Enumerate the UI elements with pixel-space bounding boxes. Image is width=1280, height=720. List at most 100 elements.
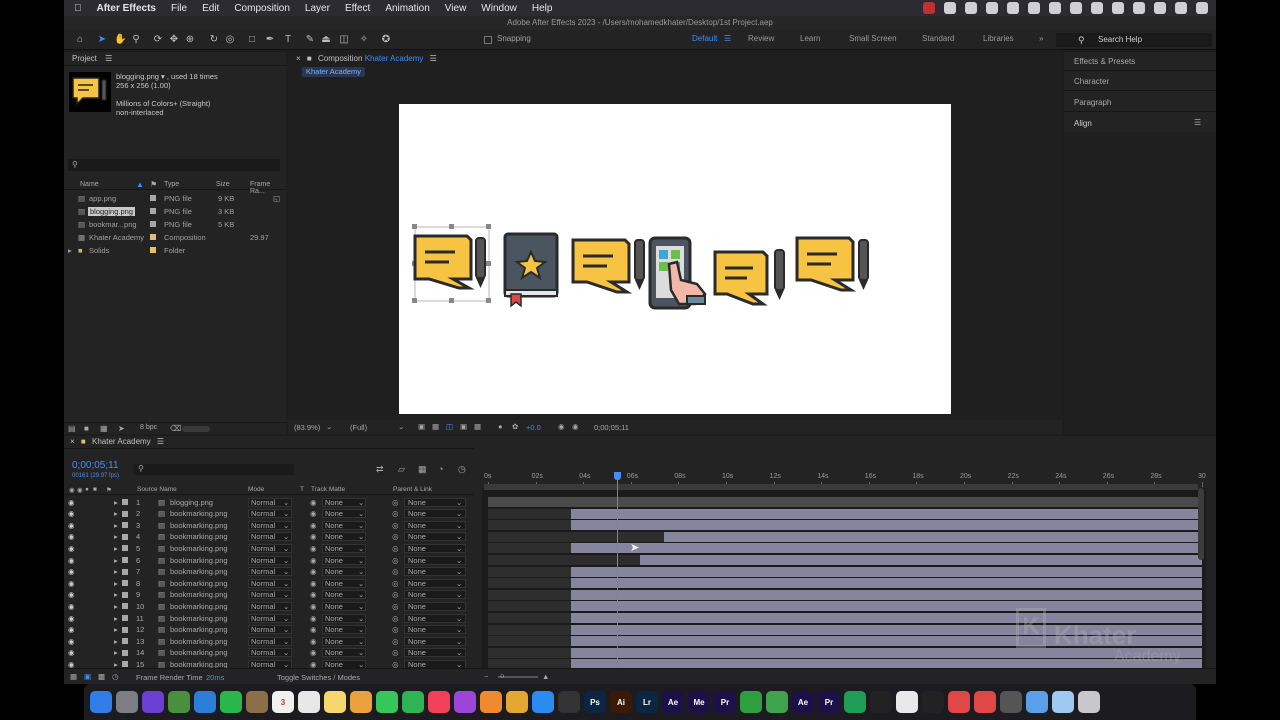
battery-icon[interactable]: [1091, 2, 1103, 14]
menu-app-name[interactable]: After Effects: [97, 3, 156, 14]
mask-visibility-icon[interactable]: ◫: [446, 422, 453, 431]
layer-row[interactable]: ◉ ▸ 9 ▤ bookmarking.png Normal ⌄ ◉ None ⌄ ◎ None ⌄: [64, 589, 474, 601]
pick-whip-icon[interactable]: ◎: [392, 532, 399, 541]
col-size[interactable]: Size: [216, 181, 230, 188]
toggle-switches-modes[interactable]: Toggle Switches / Modes: [277, 673, 360, 682]
alpha-icon[interactable]: ◉: [310, 625, 317, 634]
transparency-grid-icon[interactable]: ▦: [432, 422, 439, 431]
transfer-controls-icon[interactable]: ▣: [84, 672, 91, 681]
expand-triangle-icon[interactable]: ▸: [114, 532, 118, 541]
pick-whip-icon[interactable]: ◎: [392, 521, 399, 530]
draft-3d-icon[interactable]: ▱: [398, 464, 405, 475]
render-time-icon[interactable]: ◷: [112, 672, 119, 681]
video-switch-icon[interactable]: ◉: [69, 486, 75, 494]
excel-icon[interactable]: [844, 691, 866, 713]
layer-name[interactable]: bookmarking.png: [170, 532, 228, 541]
input-source-icon[interactable]: [1133, 2, 1145, 14]
character-panel[interactable]: Character: [1074, 77, 1109, 86]
playhead-handle[interactable]: [613, 472, 621, 480]
lock-icon[interactable]: ■: [307, 54, 312, 63]
zoom-level[interactable]: (83.9%): [294, 423, 320, 432]
alpha-icon[interactable]: ◉: [310, 567, 317, 576]
workspace-overflow-icon[interactable]: »: [1039, 34, 1043, 43]
cloud-icon[interactable]: [944, 2, 956, 14]
layer-name[interactable]: bookmarking.png: [170, 625, 228, 634]
layer-switches-icon[interactable]: ▦: [70, 672, 77, 681]
alpha-icon[interactable]: ◉: [310, 544, 317, 553]
facetime-icon[interactable]: [402, 691, 424, 713]
sort-ascending-icon[interactable]: ▲: [136, 180, 144, 189]
expand-triangle-icon[interactable]: ▸: [114, 648, 118, 657]
composition-tab-name[interactable]: Khater Academy: [365, 54, 424, 63]
menu-layer[interactable]: Layer: [305, 3, 330, 14]
grid-guides-icon[interactable]: ▦: [474, 422, 481, 431]
align-panel[interactable]: Align: [1074, 119, 1092, 128]
layer-name[interactable]: bookmarking.png: [170, 602, 228, 611]
layer-label-swatch[interactable]: [122, 499, 128, 505]
dolly-tool-icon[interactable]: ⊕: [184, 34, 196, 46]
after-effects-2-icon[interactable]: Ae: [792, 691, 814, 713]
disclosure-triangle-icon[interactable]: ▸: [68, 246, 72, 255]
pick-whip-icon[interactable]: ◎: [392, 590, 399, 599]
pick-whip-icon[interactable]: ◎: [392, 602, 399, 611]
layer-label-swatch[interactable]: [122, 626, 128, 633]
menu-file[interactable]: File: [171, 3, 187, 14]
breadcrumb[interactable]: Khater Academy: [302, 67, 366, 77]
col-parent-link[interactable]: Parent & Link: [393, 486, 432, 493]
workspace-libraries[interactable]: Libraries: [983, 34, 1014, 43]
shield-icon[interactable]: [986, 2, 998, 14]
layer-name[interactable]: bookmarking.png: [170, 637, 228, 646]
layer-row[interactable]: ◉ ▸ 14 ▤ bookmarking.png Normal ⌄ ◉ None ⌄ ◎ None ⌄: [64, 647, 474, 659]
eye-icon[interactable]: ◉: [68, 556, 75, 565]
creative-cloud-icon[interactable]: [965, 2, 977, 14]
messages-icon[interactable]: [376, 691, 398, 713]
alpha-icon[interactable]: ◉: [310, 602, 317, 611]
puppet-tool-icon[interactable]: ✪: [380, 34, 392, 46]
label-swatch[interactable]: [150, 221, 156, 227]
illustrator-icon[interactable]: Ai: [610, 691, 632, 713]
pick-whip-icon[interactable]: ◎: [392, 567, 399, 576]
chrome-icon[interactable]: [168, 691, 190, 713]
workspace-menu-icon[interactable]: ☰: [724, 34, 731, 43]
layer-row[interactable]: ◉ ▸ 11 ▤ bookmarking.png Normal ⌄ ◉ None ⌄ ◎ None ⌄: [64, 612, 474, 624]
bit-depth[interactable]: 8 bpc: [140, 424, 157, 431]
layer-label-swatch[interactable]: [122, 557, 128, 563]
alpha-icon[interactable]: ◉: [310, 579, 317, 588]
label-column-icon[interactable]: ⚑: [150, 180, 157, 189]
close-tab-icon[interactable]: ×: [296, 54, 301, 63]
layer-row[interactable]: ◉ ▸ 12 ▤ bookmarking.png Normal ⌄ ◉ None ⌄ ◎ None ⌄: [64, 624, 474, 636]
zoom-tool-icon[interactable]: ⚲: [130, 34, 142, 46]
eye-icon[interactable]: ◉: [68, 614, 75, 623]
lightroom-icon[interactable]: Lr: [636, 691, 658, 713]
orbit-tool-icon[interactable]: ⟳: [152, 34, 164, 46]
graph-editor-icon[interactable]: ◷: [458, 464, 466, 475]
alpha-icon[interactable]: ◉: [310, 590, 317, 599]
after-effects-icon[interactable]: Ae: [662, 691, 684, 713]
composition-flowchart-icon[interactable]: ⇄: [376, 464, 384, 475]
adjust-settings-icon[interactable]: ➤: [118, 424, 125, 433]
pick-whip-icon[interactable]: ◎: [392, 625, 399, 634]
menu-animation[interactable]: Animation: [385, 3, 429, 14]
workspace-learn[interactable]: Learn: [800, 34, 820, 43]
motion-blur-icon[interactable]: ◔: [438, 464, 443, 474]
alpha-icon[interactable]: ◉: [310, 521, 317, 530]
show-snapshot-icon[interactable]: ◉: [572, 422, 579, 431]
search-icon[interactable]: [1154, 2, 1166, 14]
layer-label-swatch[interactable]: [122, 510, 128, 517]
alpha-icon[interactable]: ◉: [310, 556, 317, 565]
eye-icon[interactable]: ◉: [68, 648, 75, 657]
layer-label-swatch[interactable]: [122, 533, 128, 540]
layer-name[interactable]: blogging.png: [170, 498, 213, 507]
col-t[interactable]: T: [300, 486, 304, 493]
premiere-icon[interactable]: Pr: [714, 691, 736, 713]
color-channels-icon[interactable]: ●: [498, 422, 503, 431]
photoshop-icon[interactable]: Ps: [584, 691, 606, 713]
project-item[interactable]: ▤ bookmar...png PNG file 5 KB: [68, 218, 284, 231]
layer-row[interactable]: ◉ ▸ 8 ▤ bookmarking.png Normal ⌄ ◉ None ⌄ ◎ None ⌄: [64, 577, 474, 589]
layer-label-swatch[interactable]: [122, 568, 128, 575]
exposure-icon[interactable]: ✿: [512, 422, 518, 431]
screen-recorder-icon[interactable]: [948, 691, 970, 713]
layer-name[interactable]: bookmarking.png: [170, 544, 228, 553]
launchpad-icon[interactable]: [116, 691, 138, 713]
layer-row[interactable]: ◉ ▸ 10 ▤ bookmarking.png Normal ⌄ ◉ None ⌄ ◎ None ⌄: [64, 600, 474, 612]
